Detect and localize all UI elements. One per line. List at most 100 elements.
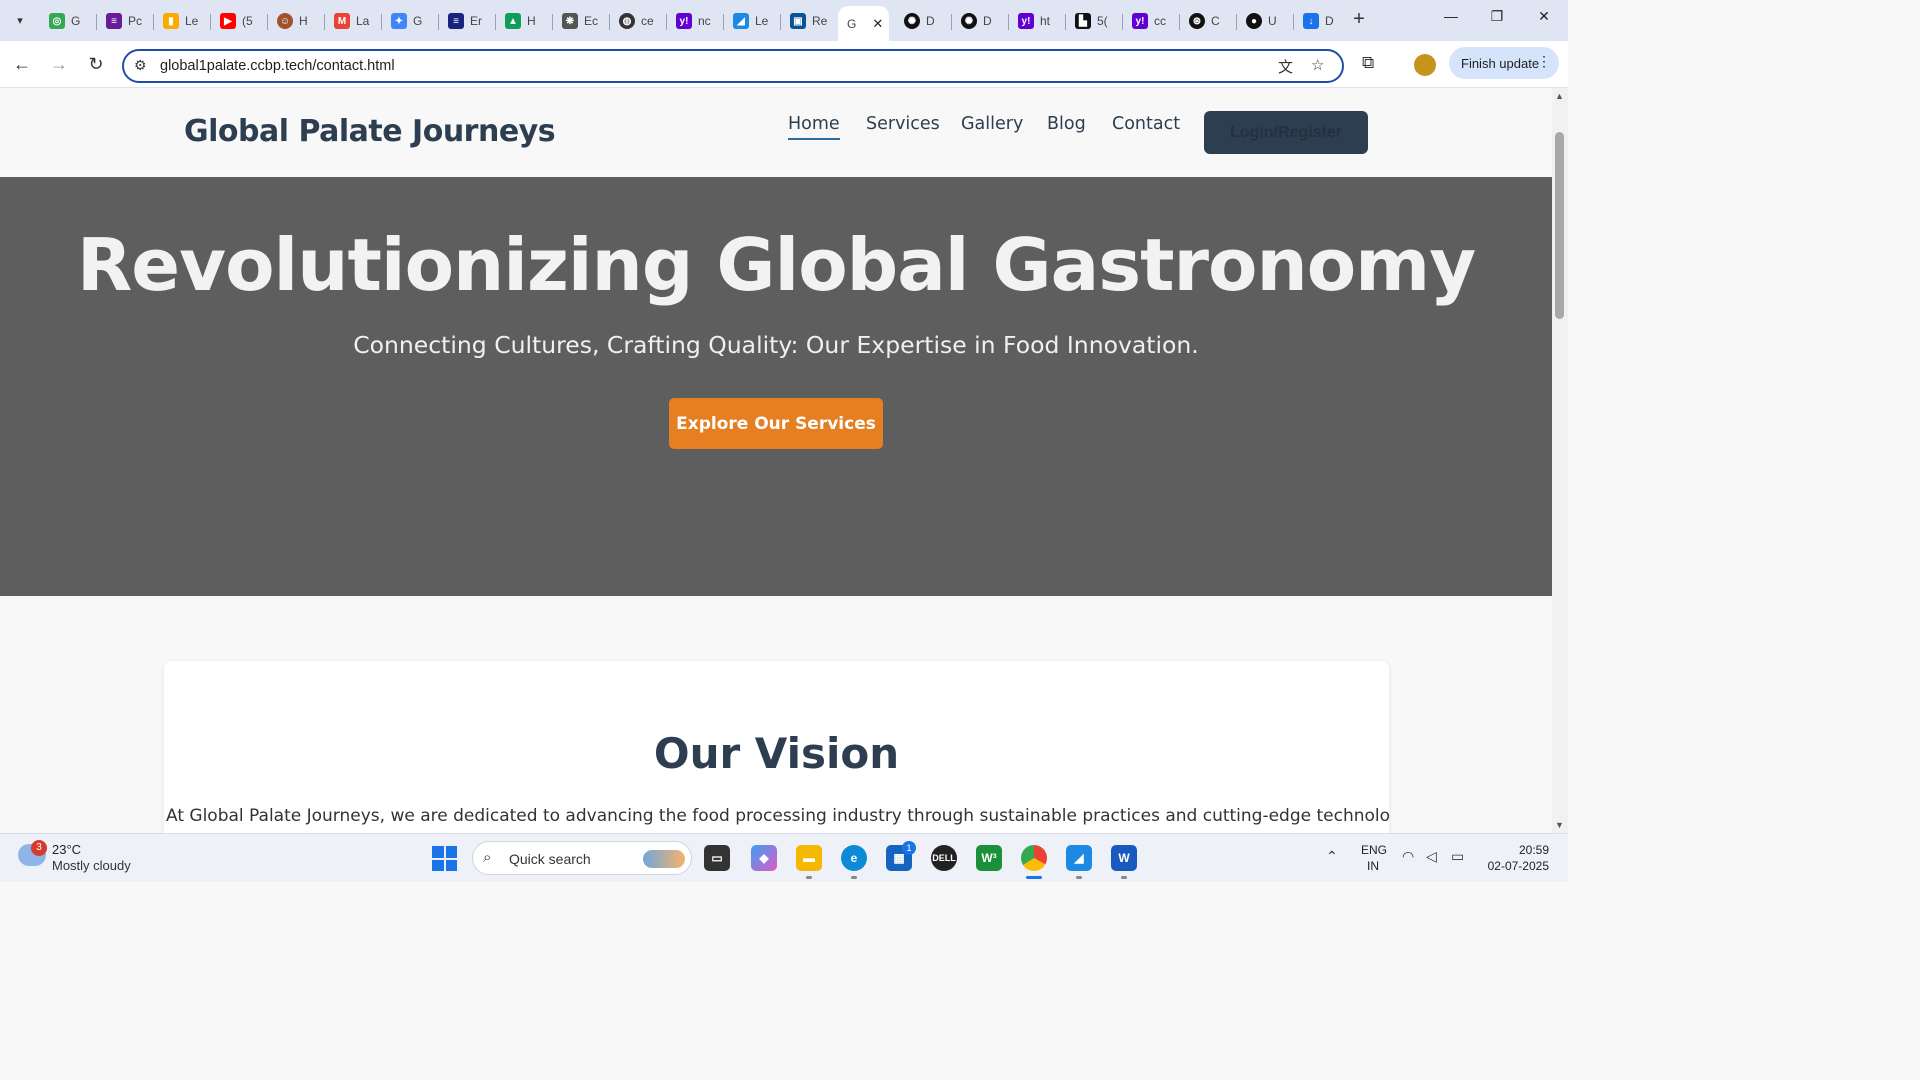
taskbar-search[interactable]: ⌕ Quick search [472, 841, 692, 875]
download-icon: ↓ [1303, 13, 1319, 29]
tab[interactable]: y! cc [1123, 6, 1180, 36]
address-bar[interactable]: ⚙ global1palate.ccbp.tech/contact.html 文… [122, 49, 1344, 83]
hero-section: Revolutionizing Global Gastronomy Connec… [0, 177, 1552, 596]
login-register-button[interactable]: Login/Register [1204, 111, 1368, 154]
tab[interactable]: ◢ Le [724, 6, 781, 36]
scroll-up-icon[interactable]: ▲ [1555, 91, 1564, 101]
globe-icon: ◍ [619, 13, 635, 29]
minimize-icon[interactable]: — [1436, 8, 1466, 24]
gmail-icon: M [334, 13, 350, 29]
tab-active[interactable]: G ✕ [838, 6, 889, 41]
tab[interactable]: ✺ D [952, 6, 1009, 36]
chart-icon: ▮ [163, 13, 179, 29]
google-lens-icon: ◎ [49, 13, 65, 29]
running-indicator [806, 876, 812, 879]
taskbar: 3 23°C Mostly cloudy ⌕ Quick search ▭ ◆ … [0, 833, 1568, 882]
nav-contact[interactable]: Contact [1112, 114, 1180, 134]
vision-card: Our Vision At Global Palate Journeys, we… [164, 661, 1391, 833]
youtube-icon: ▶ [220, 13, 236, 29]
tab[interactable]: ◎ G [40, 6, 97, 36]
url-text[interactable]: global1palate.ccbp.tech/contact.html [160, 58, 395, 74]
new-tab-button[interactable]: + [1348, 8, 1370, 32]
store-badge: 1 [902, 841, 916, 855]
nav-gallery[interactable]: Gallery [961, 114, 1023, 134]
weather-temp[interactable]: 23°C [52, 842, 81, 857]
close-tab-icon[interactable]: ✕ [872, 16, 883, 32]
tab[interactable]: y! ht [1009, 6, 1066, 36]
tab[interactable]: y! nc [667, 6, 724, 36]
clock-time[interactable]: 20:59 [1485, 843, 1549, 857]
weather-badge: 3 [31, 840, 47, 856]
drive-icon: ▲ [505, 13, 521, 29]
scrollbar-thumb[interactable] [1555, 132, 1564, 319]
show-hidden-icons-icon[interactable]: ⌃ [1326, 848, 1338, 865]
tab[interactable]: ≡ Er [439, 6, 496, 36]
openai-icon: ✺ [904, 13, 920, 29]
wifi-icon[interactable]: ◠ [1402, 848, 1414, 865]
tab[interactable]: ● U [1237, 6, 1294, 36]
chrome-icon[interactable] [1021, 845, 1047, 871]
restore-icon[interactable]: ❐ [1482, 8, 1512, 25]
tab-search-icon[interactable]: ▾ [8, 8, 32, 32]
hero-title: Revolutionizing Global Gastronomy [76, 223, 1476, 307]
w3-icon[interactable]: W³ [976, 845, 1002, 871]
notes-icon: ≡ [106, 13, 122, 29]
tab[interactable]: ▮ Le [154, 6, 211, 36]
browser-toolbar: ← → ↻ ⚙ global1palate.ccbp.tech/contact.… [0, 41, 1568, 88]
volume-icon[interactable]: ◁ [1426, 848, 1437, 865]
tab[interactable]: ❋ Ec [553, 6, 610, 36]
tab[interactable]: ▲ H [496, 6, 553, 36]
tab[interactable]: ▣ Re [781, 6, 838, 36]
site-header: Global Palate Journeys Home Services Gal… [0, 88, 1552, 177]
vision-text: At Global Palate Journeys, we are dedica… [166, 806, 1391, 826]
tab[interactable]: ☺ H [268, 6, 325, 36]
weather-condition[interactable]: Mostly cloudy [52, 858, 131, 873]
word-icon[interactable]: W [1111, 845, 1137, 871]
yahoo-icon: y! [676, 13, 692, 29]
region-indicator[interactable]: IN [1367, 859, 1379, 873]
tab[interactable]: ▙ 5( [1066, 6, 1123, 36]
tab[interactable]: ▶ (5 [211, 6, 268, 36]
reload-icon[interactable]: ↻ [84, 53, 108, 77]
photos-icon[interactable]: ◢ [1066, 845, 1092, 871]
scroll-down-icon[interactable]: ▼ [1555, 820, 1564, 830]
bookmark-star-icon[interactable]: ☆ [1311, 56, 1324, 74]
start-windows-icon[interactable] [432, 846, 457, 871]
tab[interactable]: ◍ ce [610, 6, 667, 36]
briefcase-icon: ▙ [1075, 13, 1091, 29]
tab[interactable]: ↓ D [1294, 6, 1344, 36]
nav-blog[interactable]: Blog [1047, 114, 1086, 134]
tab[interactable]: ✦ G [382, 6, 439, 36]
folder-icon[interactable]: ▬ [796, 845, 822, 871]
site-logo[interactable]: Global Palate Journeys [184, 114, 556, 149]
graph-icon: ◢ [733, 13, 749, 29]
explore-services-button[interactable]: Explore Our Services [669, 398, 883, 449]
edge-icon[interactable]: e [841, 845, 867, 871]
page-scrollbar[interactable]: ▲ ▼ [1552, 88, 1568, 833]
close-window-icon[interactable]: ✕ [1529, 8, 1559, 25]
tab[interactable]: ✺ D [895, 6, 952, 36]
profile-avatar[interactable] [1414, 54, 1436, 76]
dell-icon[interactable]: DELL [931, 845, 957, 871]
copilot-icon[interactable]: ◆ [751, 845, 777, 871]
extensions-icon[interactable]: ⧉ [1362, 53, 1374, 73]
clock-date[interactable]: 02-07-2025 [1485, 859, 1549, 873]
finish-update-button[interactable]: Finish update ⋮ [1449, 47, 1559, 79]
translate-icon[interactable]: 文 [1278, 56, 1293, 77]
task-view-icon[interactable]: ▭ [704, 845, 730, 871]
menu-dots-icon: ⋮ [1537, 53, 1551, 69]
tab[interactable]: ≡ Pc [97, 6, 154, 36]
avatar-icon: ☺ [277, 13, 293, 29]
iit-icon: ≡ [448, 13, 464, 29]
battery-icon[interactable]: ▭ [1451, 848, 1464, 865]
tab[interactable]: M La [325, 6, 382, 36]
brain-icon: ❋ [562, 13, 578, 29]
aperture-icon: ⊛ [1189, 13, 1205, 29]
tab[interactable]: ⊛ C [1180, 6, 1237, 36]
nav-home[interactable]: Home [788, 114, 840, 140]
forward-icon[interactable]: → [47, 53, 71, 77]
back-icon[interactable]: ← [10, 53, 34, 77]
language-indicator[interactable]: ENG [1361, 843, 1387, 857]
nav-services[interactable]: Services [866, 114, 940, 134]
site-info-icon[interactable]: ⚙ [134, 57, 147, 74]
